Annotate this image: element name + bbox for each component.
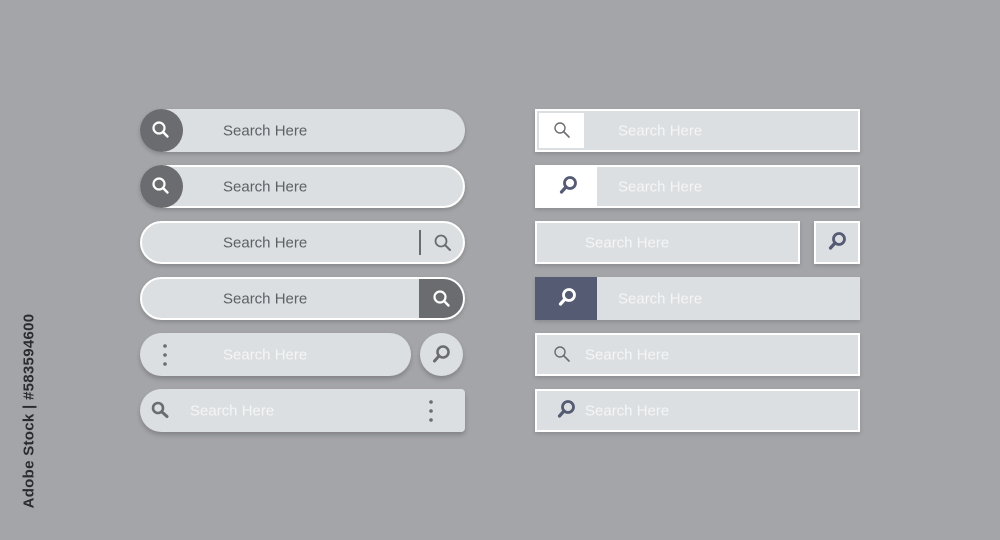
search-input[interactable]: Search Here: [585, 234, 669, 251]
search-bar-left-5[interactable]: Search Here: [140, 333, 411, 376]
stock-id-text: Adobe Stock | #583594600: [20, 313, 38, 509]
search-icon: [554, 346, 570, 362]
search-input[interactable]: Search Here: [223, 122, 307, 139]
search-button[interactable]: [537, 167, 597, 206]
search-input[interactable]: Search Here: [190, 402, 274, 419]
search-button[interactable]: [551, 343, 575, 367]
search-input[interactable]: Search Here: [223, 290, 307, 307]
search-button[interactable]: [539, 113, 584, 148]
search-button[interactable]: [140, 165, 183, 208]
divider: [419, 230, 421, 255]
stock-id-watermark: Adobe Stock | #583594600: [18, 296, 40, 526]
search-button[interactable]: [535, 277, 597, 320]
search-bar-left-3[interactable]: Search Here: [140, 221, 465, 264]
menu-button[interactable]: [424, 398, 438, 424]
menu-button[interactable]: [158, 342, 172, 368]
search-icon: [434, 234, 451, 251]
search-bar-right-1[interactable]: Search Here: [535, 109, 860, 152]
search-icon: [433, 290, 450, 307]
search-button[interactable]: [814, 221, 860, 264]
search-input[interactable]: Search Here: [223, 234, 307, 251]
vertical-dots-icon: [429, 400, 433, 422]
search-button[interactable]: [420, 333, 463, 376]
search-bar-right-4[interactable]: Search Here: [535, 277, 860, 320]
search-button[interactable]: [553, 397, 579, 425]
search-button[interactable]: [419, 279, 463, 318]
search-bar-right-5[interactable]: Search Here: [535, 333, 860, 376]
search-icon: [828, 232, 846, 250]
search-bar-left-6[interactable]: Search Here: [140, 389, 465, 432]
search-bar-left-4[interactable]: Search Here: [140, 277, 465, 320]
vertical-dots-icon: [163, 344, 167, 366]
search-icon: [557, 400, 575, 418]
search-icon: [554, 122, 570, 138]
search-input[interactable]: Search Here: [223, 346, 307, 363]
search-icon: [152, 121, 169, 138]
search-button[interactable]: [148, 398, 174, 424]
search-icon: [559, 176, 577, 194]
search-icon: [151, 401, 169, 418]
search-icon: [558, 288, 576, 306]
search-input[interactable]: Search Here: [618, 178, 702, 195]
search-input[interactable]: Search Here: [223, 178, 307, 195]
search-bar-left-2[interactable]: Search Here: [140, 165, 465, 208]
search-input[interactable]: Search Here: [585, 402, 669, 419]
search-icon: [433, 345, 450, 363]
search-icon: [152, 177, 169, 194]
search-bar-right-6[interactable]: Search Here: [535, 389, 860, 432]
search-bar-left-1[interactable]: Search Here: [140, 109, 465, 152]
search-input[interactable]: Search Here: [618, 290, 702, 307]
search-button[interactable]: [431, 231, 455, 255]
search-button[interactable]: [140, 109, 183, 152]
search-input[interactable]: Search Here: [618, 122, 702, 139]
search-bar-right-2[interactable]: Search Here: [535, 165, 860, 208]
search-input[interactable]: Search Here: [585, 346, 669, 363]
search-bar-right-3[interactable]: Search Here: [535, 221, 800, 264]
